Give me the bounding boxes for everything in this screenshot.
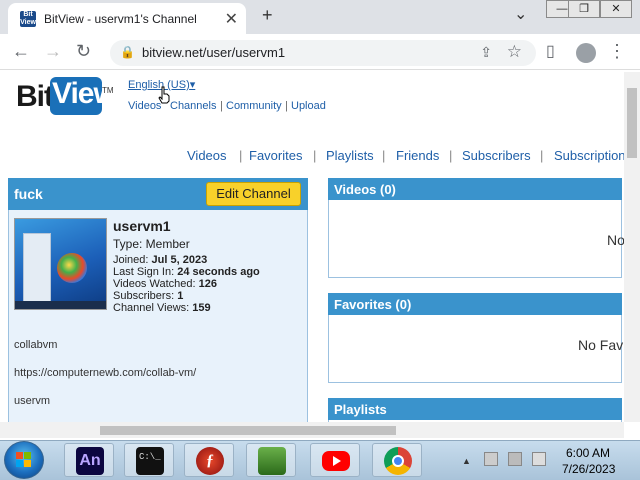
nav-subscribers[interactable]: Subscribers	[462, 148, 531, 163]
close-window-button[interactable]: ✕	[600, 0, 632, 18]
hand-cursor-icon	[158, 86, 170, 104]
vertical-scroll-thumb[interactable]	[627, 88, 637, 158]
taskbar-network[interactable]	[246, 443, 296, 477]
videos-panel-title: Videos (0)	[334, 182, 396, 197]
windows-logo-icon	[16, 452, 31, 467]
separator: |	[239, 148, 243, 163]
side-panel-icon[interactable]: ▯	[546, 41, 555, 61]
videos-watched-value: 126	[198, 278, 217, 290]
channel-username: uservm1	[113, 218, 171, 234]
favorites-panel-title: Favorites (0)	[334, 297, 412, 312]
taskbar-terminal[interactable]: C:\_	[124, 443, 174, 477]
chrome-icon	[384, 447, 412, 475]
about-line: uservm	[14, 395, 51, 407]
profile-avatar[interactable]	[576, 43, 596, 63]
nav-favorites[interactable]: Favorites	[249, 148, 302, 163]
reload-icon[interactable]: ↻	[76, 41, 91, 62]
youtube-icon	[322, 451, 350, 471]
profile-box-title: fuck	[14, 186, 43, 202]
network-monitor-icon	[258, 447, 286, 475]
windows-logo-graphic	[57, 253, 87, 283]
top-link-upload[interactable]: Upload	[291, 100, 326, 112]
nav-subscriptions[interactable]: Subscriptions	[554, 148, 632, 163]
tab-search-icon[interactable]: ⌄	[514, 4, 527, 24]
top-link-videos[interactable]: Videos	[128, 100, 161, 112]
back-icon[interactable]: ←	[12, 41, 30, 62]
tray-network-icon[interactable]	[508, 452, 522, 466]
channel-views-label: Channel Views:	[113, 302, 190, 314]
nav-playlists[interactable]: Playlists	[326, 148, 374, 163]
top-link-community[interactable]: Community	[226, 100, 282, 112]
separator: |	[220, 100, 223, 112]
subscribers-label: Subscribers:	[113, 290, 175, 302]
bitview-logo[interactable]: Bit	[16, 80, 54, 114]
separator: |	[540, 148, 544, 163]
bitview-logo-view[interactable]: View	[50, 77, 117, 115]
tray-flag-icon[interactable]	[484, 452, 498, 466]
videos-watched-label: Videos Watched:	[113, 278, 196, 290]
subscribers-row: Subscribers: 1	[113, 290, 183, 302]
tab-title: BitView - uservm1's Channel	[44, 12, 197, 26]
tray-volume-icon[interactable]	[532, 452, 546, 466]
subscribers-value: 1	[177, 290, 184, 302]
about-link[interactable]: https://computernewb.com/collab-vm/	[14, 367, 196, 379]
separator: |	[313, 148, 317, 163]
videos-empty-text: No	[607, 232, 625, 248]
lock-icon[interactable]: 🔒	[120, 45, 135, 59]
member-type: Type: Member	[113, 237, 190, 251]
about-line: collabvm	[14, 339, 58, 351]
horizontal-scroll-thumb[interactable]	[100, 426, 396, 435]
address-bar[interactable]: 🔒 bitview.net/user/uservm1 ⇪ ☆	[110, 40, 536, 66]
last-signin-label: Last Sign In:	[113, 266, 175, 278]
chevron-down-icon: ▾	[189, 79, 196, 91]
taskbar-flash[interactable]: ƒ	[184, 443, 234, 477]
nav-videos[interactable]: Videos	[187, 148, 227, 163]
nav-friends[interactable]: Friends	[396, 148, 439, 163]
joined-value: Jul 5, 2023	[151, 254, 208, 266]
joined-label: Joined:	[113, 254, 149, 266]
favorites-empty-text: No Fav	[578, 337, 624, 353]
top-link-channels[interactable]: Channels	[170, 100, 216, 112]
logo-trademark: TM	[102, 86, 114, 95]
terminal-icon: C:\_	[136, 447, 164, 475]
tray-expand-icon[interactable]: ▲	[462, 456, 471, 466]
clock-time[interactable]: 6:00 AM	[566, 446, 610, 460]
clock-date[interactable]: 7/26/2023	[562, 462, 615, 476]
start-button[interactable]	[4, 441, 44, 479]
menu-icon[interactable]: ⋮	[608, 41, 626, 62]
channel-views-value: 159	[192, 302, 211, 314]
forward-icon[interactable]: →	[44, 41, 62, 62]
joined-row: Joined: Jul 5, 2023	[113, 254, 207, 266]
edit-channel-button[interactable]: Edit Channel	[206, 182, 301, 206]
new-tab-button[interactable]: +	[262, 5, 273, 26]
bookmark-star-icon[interactable]: ☆	[507, 42, 522, 62]
last-signin-row: Last Sign In: 24 seconds ago	[113, 266, 260, 278]
restore-button[interactable]: ❐	[568, 0, 600, 18]
separator: |	[382, 148, 386, 163]
taskbar-youtube[interactable]	[310, 443, 360, 477]
last-signin-value: 24 seconds ago	[177, 266, 260, 278]
start-menu-graphic	[23, 233, 51, 303]
tab-close-icon[interactable]: ✕	[225, 9, 238, 29]
separator: |	[449, 148, 453, 163]
browser-tab[interactable]: Bit View BitView - uservm1's Channel ✕	[8, 3, 246, 34]
channel-views-row: Channel Views: 159	[113, 302, 211, 314]
taskbar-animate[interactable]: An	[64, 443, 114, 477]
taskbar-graphic	[15, 301, 106, 309]
profile-thumbnail[interactable]	[14, 218, 107, 310]
animate-app-icon: An	[76, 447, 104, 475]
url-text[interactable]: bitview.net/user/uservm1	[142, 45, 285, 60]
flash-icon: ƒ	[196, 447, 224, 475]
videos-watched-row: Videos Watched: 126	[113, 278, 217, 290]
bitview-favicon-icon: Bit View	[20, 11, 36, 27]
separator: |	[285, 100, 288, 112]
playlists-panel-title: Playlists	[334, 402, 387, 417]
taskbar-chrome[interactable]	[372, 443, 422, 477]
share-icon[interactable]: ⇪	[480, 44, 492, 61]
